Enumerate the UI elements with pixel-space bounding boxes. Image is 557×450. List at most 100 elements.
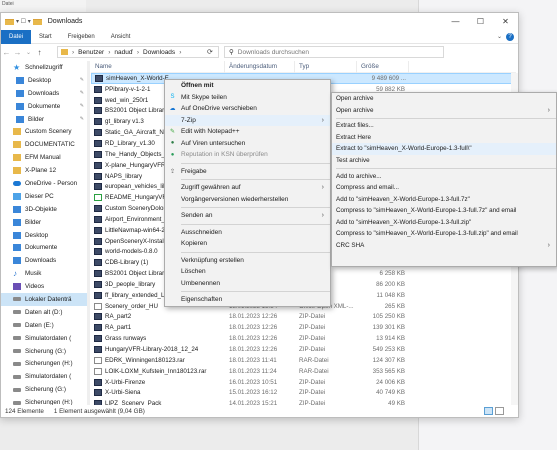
- help-icon[interactable]: ?: [506, 33, 514, 41]
- menu-item-auf-viren-untersuchen[interactable]: ● Auf Viren untersuchen: [165, 138, 330, 150]
- file-row[interactable]: X-Urbi-Firenze 16.01.2023 10:51 ZIP-Datei 2…: [91, 377, 516, 388]
- menu-item-senden-an[interactable]: Senden an ›: [165, 210, 330, 222]
- address-field[interactable]: › Benutzer › naduď › Downloads ›: [57, 46, 219, 58]
- file-row[interactable]: LOIK-LOXM_Kufstein_Inn180123.rar 18.01.20…: [91, 366, 516, 377]
- sidebar-item-documentatic[interactable]: DOCUMENTATIC: [1, 138, 87, 151]
- menu-item-umbenennen[interactable]: Umbenennen: [165, 278, 330, 290]
- sidebar-item-sicherungen-h[interactable]: Sicherungen (H:): [1, 357, 87, 370]
- menu-item-kopieren[interactable]: Kopieren: [165, 238, 330, 250]
- sidebar-item-musik[interactable]: ♪ Musik: [1, 267, 87, 280]
- sidebar-item-dieser-pc[interactable]: Dieser PC: [1, 190, 87, 203]
- menu-item-eigenschaften[interactable]: Eigenschaften: [165, 294, 330, 306]
- submenu-item-extract-files[interactable]: Extract files...: [332, 120, 556, 132]
- back-arrow-icon[interactable]: ←: [1, 48, 12, 57]
- submenu-item-add-to-archive[interactable]: Add to archive...: [332, 170, 556, 182]
- sidebar-item-label: Videos: [25, 283, 45, 291]
- menu-item-label: Freigabe: [181, 167, 207, 175]
- minimize-button[interactable]: —: [443, 13, 468, 30]
- file-row[interactable]: RA_part1 18.01.2023 12:26 ZIP-Datei 139 301…: [91, 322, 516, 333]
- sidebar-item-dokumente[interactable]: Dokumente: [1, 241, 87, 254]
- sidebar-item-lokaler-datentr[interactable]: Lokaler Datenträ: [1, 293, 87, 306]
- menu-item-edit-with-notepad[interactable]: ✎ Edit with Notepad++: [165, 126, 330, 138]
- sidebar-item-downloads[interactable]: Downloads: [1, 254, 87, 267]
- chevron-down-icon[interactable]: ⌄: [23, 49, 34, 56]
- column-name[interactable]: Name: [91, 61, 225, 73]
- sidebar-item-sicherung-g[interactable]: Sicherung (G:): [1, 383, 87, 396]
- sidebar-item-3d-objekte[interactable]: 3D-Objekte: [1, 203, 87, 216]
- sidebar-item-simulatordaten[interactable]: Simulatordaten (: [1, 332, 87, 345]
- quick-access-toolbar-icon[interactable]: ▾ ☐ ▾: [16, 18, 31, 25]
- submenu-item-open-archive[interactable]: Open archive ›: [332, 105, 556, 117]
- sidebar-item-simulatordaten[interactable]: Simulatordaten (: [1, 370, 87, 383]
- submenu-item-add-to-simheaven-x-world-europe-1-3-full[interactable]: Add to "simHeaven_X-World-Europe-1.3-ful…: [332, 216, 556, 228]
- submenu-item-test-archive[interactable]: Test archive: [332, 155, 556, 167]
- sidebar-item-x-plane-12[interactable]: X-Plane 12: [1, 164, 87, 177]
- menu-item-ffnen-mit[interactable]: Öffnen mit: [165, 80, 330, 92]
- file-row[interactable]: LIPZ_Scenery_Pack 14.01.2023 15:21 ZIP-Dat…: [91, 398, 516, 405]
- menu-item-freigabe[interactable]: ⇪ Freigabe: [165, 166, 330, 178]
- sidebar-item-desktop[interactable]: Desktop: [1, 229, 87, 242]
- tab-file[interactable]: Datei: [1, 29, 32, 44]
- tab-view[interactable]: Ansicht: [103, 30, 139, 44]
- menu-item-verkn-pfung-erstellen[interactable]: Verknüpfung erstellen: [165, 255, 330, 267]
- column-size[interactable]: Größe: [357, 61, 409, 73]
- large-icons-view-icon[interactable]: [495, 407, 504, 415]
- file-row[interactable]: X-Urbi-Siena 15.01.2023 16:12 ZIP-Datei 40 …: [91, 387, 516, 398]
- sidebar-item-onedrive-person[interactable]: OneDrive - Person: [1, 177, 87, 190]
- sidebar-scrollbar[interactable]: [87, 61, 90, 405]
- sidebar-item-efm-manual[interactable]: EFM Manual: [1, 151, 87, 164]
- breadcrumb-user[interactable]: naduď: [114, 49, 132, 56]
- sidebar-item-bilder[interactable]: Bilder ✎: [1, 113, 87, 126]
- file-row[interactable]: EDRK_Winningen180123.rar 18.01.2023 11:41…: [91, 355, 516, 366]
- sidebar-item-sicherung-g[interactable]: Sicherung (G:): [1, 345, 87, 358]
- menu-item-vorg-ngerversionen-wiederherstellen[interactable]: Vorgängerversionen wiederherstellen: [165, 194, 330, 206]
- sidebar-item-daten-alt-d[interactable]: Daten alt (D:): [1, 306, 87, 319]
- tab-share[interactable]: Freigeben: [60, 30, 103, 44]
- maximize-button[interactable]: ☐: [468, 13, 493, 30]
- file-name: CDB-Library (1): [105, 259, 149, 267]
- submenu-item-extract-to-simheaven-x-world-europe-1-3-[interactable]: Extract to "simHeaven_X-World-Europe-1.3…: [332, 143, 556, 155]
- sidebar-item-videos[interactable]: Videos: [1, 280, 87, 293]
- tab-start[interactable]: Start: [31, 30, 60, 44]
- menu-item-ausschneiden[interactable]: Ausschneiden: [165, 227, 330, 239]
- menu-item-l-schen[interactable]: Löschen: [165, 266, 330, 278]
- title-bar[interactable]: ▾ ☐ ▾ Downloads — ☐ ✕: [1, 13, 518, 30]
- submenu-item-compress-to-simheaven-x-world-europe-1-3[interactable]: Compress to "simHeaven_X-World-Europe-1.…: [332, 205, 556, 217]
- chevron-down-icon[interactable]: ⌄: [497, 33, 502, 40]
- sidebar-item-desktop[interactable]: Desktop ✎: [1, 74, 87, 87]
- sidebar-item-bilder[interactable]: Bilder: [1, 216, 87, 229]
- forward-arrow-icon[interactable]: →: [12, 48, 23, 57]
- sidebar-item-custom-scenery[interactable]: Custom Scenery: [1, 125, 87, 138]
- file-row[interactable]: HungaryVFR-Library-2018_12_24 18.01.2023 …: [91, 344, 516, 355]
- submenu-item-crc-sha[interactable]: CRC SHA ›: [332, 240, 556, 252]
- sidebar-item-daten-e[interactable]: Daten (E:): [1, 319, 87, 332]
- close-button[interactable]: ✕: [493, 13, 518, 30]
- up-arrow-icon[interactable]: ↑: [34, 48, 45, 57]
- breadcrumb-users[interactable]: Benutzer: [78, 49, 104, 56]
- column-type[interactable]: Typ: [295, 61, 357, 73]
- details-view-icon[interactable]: [484, 407, 493, 415]
- file-row[interactable]: Grass runways 18.01.2023 12:26 ZIP-Datei 13…: [91, 333, 516, 344]
- submenu-item-compress-to-simheaven-x-world-europe-1-3[interactable]: Compress to "simHeaven_X-World-Europe-1.…: [332, 228, 556, 240]
- sidebar-item-dokumente[interactable]: Dokumente ✎: [1, 100, 87, 113]
- sidebar-item-downloads[interactable]: Downloads ✎: [1, 87, 87, 100]
- submenu-item-extract-here[interactable]: Extract Here: [332, 132, 556, 144]
- submenu-item-add-to-simheaven-x-world-europe-1-3-full[interactable]: Add to "simHeaven_X-World-Europe-1.3-ful…: [332, 193, 556, 205]
- refresh-icon[interactable]: ⟳: [207, 48, 213, 56]
- file-name: HungaryVFR-Library-2018_12_24: [105, 346, 199, 354]
- menu-item-auf-onedrive-verschieben[interactable]: ☁ Auf OneDrive verschieben: [165, 103, 330, 115]
- file-name-cell: X-Urbi-Firenze: [91, 378, 225, 386]
- menu-item-zugriff-gew-hren-auf[interactable]: Zugriff gewähren auf ›: [165, 182, 330, 194]
- search-input[interactable]: ⚲ Downloads durchsuchen: [224, 46, 444, 58]
- 3d-icon: [13, 205, 21, 213]
- submenu-item-compress-and-email[interactable]: Compress and email...: [332, 182, 556, 194]
- file-row[interactable]: RA_part2 18.01.2023 12:26 ZIP-Datei 105 250…: [91, 312, 516, 323]
- column-date[interactable]: Änderungsdatum: [225, 61, 295, 73]
- sidebar-item-sicherungen-h[interactable]: Sicherungen (H:): [1, 396, 87, 405]
- sidebar-item-schnellzugriff[interactable]: ★ Schnellzugriff: [1, 61, 87, 74]
- menu-item-mit-skype-teilen[interactable]: S Mit Skype teilen: [165, 92, 330, 104]
- submenu-item-open-archive[interactable]: Open archive: [332, 93, 556, 105]
- file-name-cell: HungaryVFR-Library-2018_12_24: [91, 346, 225, 354]
- menu-item-7-zip[interactable]: 7-Zip ›: [165, 114, 330, 126]
- breadcrumb-downloads[interactable]: Downloads: [143, 49, 175, 56]
